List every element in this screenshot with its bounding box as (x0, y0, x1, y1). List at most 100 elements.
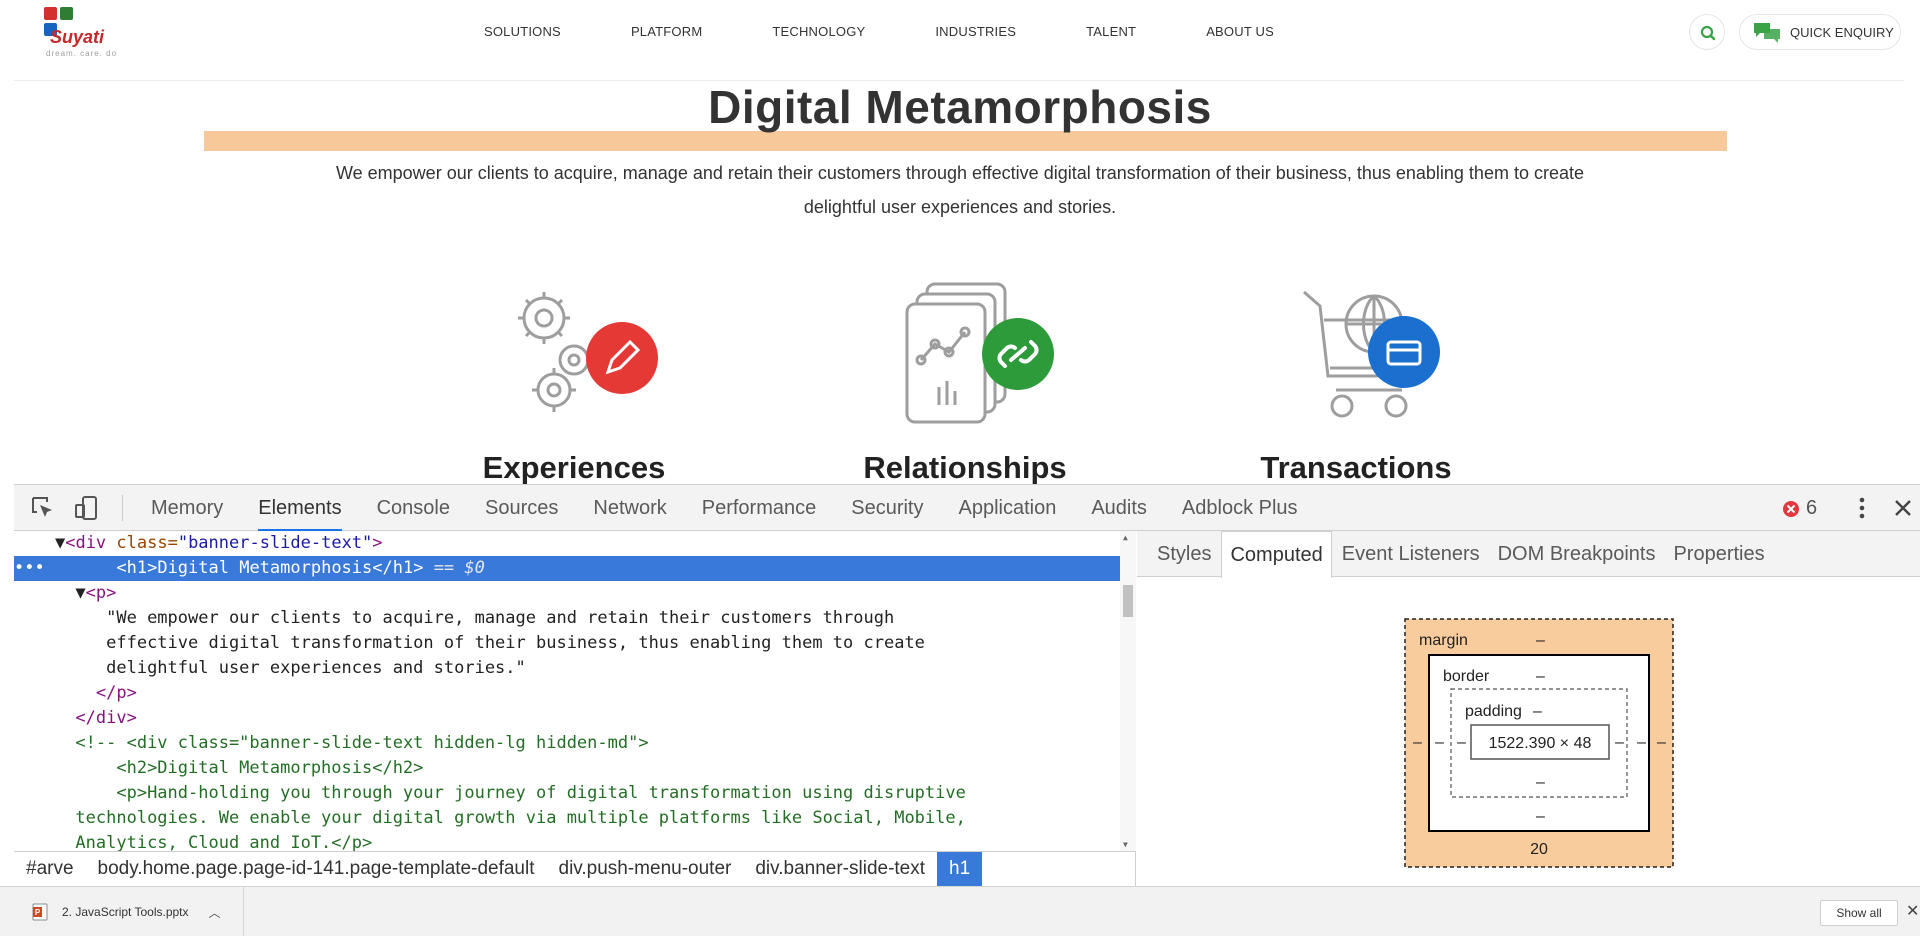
tab-memory[interactable]: Memory (151, 485, 240, 531)
box-model-diagram: margin – – – 20 border – – – – padding –… (1137, 577, 1920, 887)
tab-styles[interactable]: Styles (1149, 531, 1219, 577)
devtools-toolbar: Memory Elements Console Sources Network … (14, 485, 1920, 531)
dom-comment[interactable]: <p>Hand-holding you through your journey… (14, 781, 1120, 806)
crumb-push-menu-outer[interactable]: div.push-menu-outer (547, 852, 744, 888)
suyati-logo[interactable]: Suyati dream. care. do (30, 7, 130, 59)
error-counter[interactable]: 6 (1782, 497, 1817, 520)
site-header: Suyati dream. care. do SOLUTIONS PLATFOR… (14, 0, 1904, 81)
tab-sources[interactable]: Sources (485, 485, 575, 531)
close-icon[interactable]: ✕ (1906, 901, 1919, 921)
page-scrollbar[interactable] (1910, 0, 1920, 484)
devtools-sidebar: Styles Computed Event Listeners DOM Brea… (1137, 531, 1920, 887)
logo-square-red (44, 7, 57, 20)
inspect-element-button[interactable] (30, 495, 56, 521)
cart-card-icon (1303, 290, 1440, 418)
padding-bottom-value: – (1536, 774, 1545, 791)
nav-platform[interactable]: PLATFORM (631, 24, 702, 39)
chevron-up-icon[interactable]: ︿ (209, 904, 221, 921)
feature-experiences[interactable]: Experiences (444, 280, 704, 484)
dom-comment[interactable]: <h2>Digital Metamorphosis</h2> (14, 756, 1120, 781)
device-mode-icon (75, 496, 97, 520)
dom-node-h1-selected[interactable]: ••• <h1>Digital Metamorphosis</h1> == $0 (14, 556, 1120, 581)
feature-transactions[interactable]: Transactions (1226, 280, 1486, 484)
tag-bracket: > (372, 533, 383, 553)
dom-node-p[interactable]: ▼<p> (14, 581, 1120, 606)
tab-performance[interactable]: Performance (702, 485, 834, 531)
collapse-triangle-icon[interactable]: ▼ (55, 533, 65, 553)
padding-top-value: – (1533, 703, 1542, 720)
error-count: 6 (1806, 497, 1818, 519)
text-node: "We empower our clients to acquire, mana… (106, 608, 895, 628)
tab-network[interactable]: Network (593, 485, 683, 531)
svg-text:P: P (35, 908, 41, 917)
close-icon (1895, 500, 1911, 516)
attr-name: class= (106, 533, 178, 553)
hero-description: We empower our clients to acquire, manag… (335, 163, 1584, 217)
dom-text-line[interactable]: delightful user experiences and stories.… (14, 656, 1120, 681)
tab-audits[interactable]: Audits (1091, 485, 1164, 531)
tab-application[interactable]: Application (958, 485, 1073, 531)
dom-comment[interactable]: Analytics, Cloud and IoT.</p> (14, 831, 1120, 851)
nav-about-us[interactable]: ABOUT US (1206, 24, 1274, 39)
tag-close: </div> (75, 708, 137, 728)
scrollbar-thumb[interactable] (1123, 585, 1133, 617)
tab-elements[interactable]: Elements (258, 485, 358, 531)
border-right-value: – (1637, 734, 1646, 751)
console-ref: == $0 (423, 558, 485, 578)
dom-comment[interactable]: <!-- <div class="banner-slide-text hidde… (14, 731, 1120, 756)
nav-talent[interactable]: TALENT (1086, 24, 1136, 39)
padding-label: padding (1465, 703, 1522, 720)
tab-adblock-plus[interactable]: Adblock Plus (1182, 485, 1315, 531)
tag-close: </h1> (372, 558, 424, 578)
dom-comment[interactable]: technologies. We enable your digital gro… (14, 806, 1120, 831)
logo-wordmark: Suyati (50, 27, 105, 47)
search-icon (1700, 25, 1716, 41)
nav-technology[interactable]: TECHNOLOGY (772, 24, 865, 39)
scroll-up-arrow-icon[interactable]: ▲ (1123, 533, 1128, 542)
main-nav: SOLUTIONS PLATFORM TECHNOLOGY INDUSTRIES… (484, 24, 1344, 39)
search-button[interactable] (1689, 14, 1725, 50)
devtools-menu-button[interactable] (1854, 495, 1870, 521)
collapse-triangle-icon[interactable]: ▼ (75, 583, 85, 603)
crumb-body[interactable]: body.home.page.page-id-141.page-template… (86, 852, 547, 888)
box-model-svg: margin – – – 20 border – – – – padding –… (1404, 618, 1674, 868)
dom-breadcrumb: #arve body.home.page.page-id-141.page-te… (14, 851, 1136, 888)
attr-value: "banner-slide-text" (177, 533, 373, 553)
margin-right-value: – (1657, 734, 1666, 751)
dom-node-div[interactable]: ▼<div class="banner-slide-text"> (14, 531, 1120, 556)
download-item[interactable]: P 2. JavaScript Tools.pptx ︿ (0, 887, 244, 936)
feature-label: Relationships (863, 450, 1067, 484)
border-left-value: – (1435, 734, 1444, 751)
tab-computed[interactable]: Computed (1221, 531, 1332, 578)
dom-tree: ▼<div class="banner-slide-text"> ••• <h1… (14, 531, 1136, 851)
devtools-close-button[interactable] (1890, 495, 1916, 521)
download-file-name: 2. JavaScript Tools.pptx (62, 905, 189, 919)
tab-properties[interactable]: Properties (1665, 531, 1772, 577)
crumb-banner-slide-text[interactable]: div.banner-slide-text (743, 852, 937, 888)
dom-close-p[interactable]: </p> (14, 681, 1120, 706)
gears-pencil-icon (518, 292, 658, 412)
dom-tree-scrollbar[interactable]: ▲ ▼ (1120, 531, 1136, 851)
dom-close-div[interactable]: </div> (14, 706, 1120, 731)
crumb-arve[interactable]: #arve (14, 852, 86, 888)
margin-bottom-value: 20 (1530, 841, 1548, 858)
show-all-button[interactable]: Show all (1820, 900, 1898, 926)
nav-solutions[interactable]: SOLUTIONS (484, 24, 561, 39)
border-label: border (1443, 668, 1490, 685)
quick-enquiry-button[interactable]: QUICK ENQUIRY (1739, 14, 1901, 50)
comment-text: <!-- <div class="banner-slide-text hidde… (75, 733, 649, 753)
powerpoint-file-icon: P (32, 903, 48, 921)
crumb-h1[interactable]: h1 (937, 851, 983, 888)
tab-dom-breakpoints[interactable]: DOM Breakpoints (1490, 531, 1664, 577)
nav-industries[interactable]: INDUSTRIES (935, 24, 1016, 39)
hero-title: Digital Metamorphosis (708, 81, 1212, 133)
dom-text-line[interactable]: effective digital transformation of thei… (14, 631, 1120, 656)
tab-security[interactable]: Security (851, 485, 940, 531)
dom-text-line[interactable]: "We empower our clients to acquire, mana… (14, 606, 1120, 631)
scroll-down-arrow-icon[interactable]: ▼ (1123, 840, 1128, 849)
node-actions-icon[interactable]: ••• (14, 558, 45, 578)
feature-relationships[interactable]: Relationships (835, 280, 1095, 484)
tab-event-listeners[interactable]: Event Listeners (1334, 531, 1488, 577)
tab-console[interactable]: Console (377, 485, 467, 531)
device-toolbar-button[interactable] (74, 495, 100, 521)
